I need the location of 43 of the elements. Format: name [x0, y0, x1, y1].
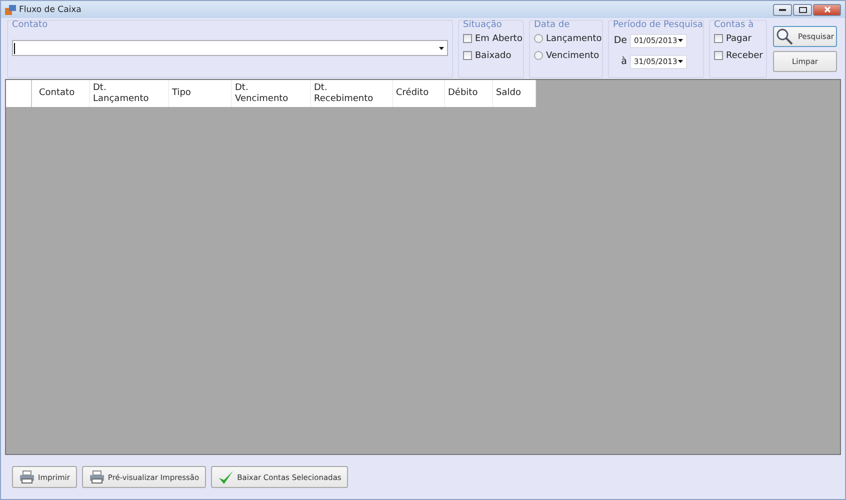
group-title: Contas à — [714, 20, 754, 30]
option-label: Em Aberto — [475, 34, 522, 44]
checkmark-icon — [218, 470, 234, 484]
column-header[interactable]: Contato — [32, 80, 90, 107]
printer-icon — [19, 470, 35, 484]
date-label: De — [613, 35, 627, 46]
radio-button[interactable] — [534, 51, 543, 60]
maximize-button[interactable] — [793, 4, 812, 16]
column-header[interactable]: Dt. Recebimento — [311, 80, 393, 107]
option-label: Baixado — [475, 50, 512, 60]
date-label: à — [620, 56, 627, 67]
close-button[interactable] — [813, 4, 841, 16]
column-header[interactable]: Tipo — [169, 80, 232, 107]
group-title: Contato — [12, 20, 48, 30]
contact-combo[interactable] — [12, 40, 448, 56]
minimize-button[interactable] — [773, 4, 792, 16]
printer-icon — [88, 470, 105, 484]
checkbox[interactable] — [463, 51, 472, 60]
dropdown-arrow-icon — [678, 60, 683, 63]
app-icon — [5, 4, 16, 14]
group-title: Período de Pesquisa — [613, 20, 703, 30]
column-header[interactable]: Dt. Lançamento — [90, 80, 169, 107]
close-icon — [824, 6, 830, 13]
dropdown-arrow-icon — [678, 39, 683, 42]
option-label: Vencimento — [546, 50, 600, 60]
magnifier-icon — [776, 28, 793, 45]
checkbox[interactable] — [714, 51, 723, 60]
checkbox[interactable] — [463, 34, 472, 43]
column-header[interactable]: Débito — [445, 80, 493, 107]
radio-button[interactable] — [534, 34, 543, 43]
column-header[interactable]: Dt. Vencimento — [232, 80, 311, 107]
window-title: Fluxo de Caixa — [19, 4, 82, 14]
column-header[interactable]: Saldo — [493, 80, 536, 107]
option-label: Pagar — [726, 34, 752, 44]
option-label: Receber — [726, 50, 763, 60]
column-header[interactable]: Crédito — [393, 80, 445, 107]
option-label: Lançamento — [546, 34, 602, 44]
checkbox[interactable] — [714, 34, 723, 43]
maximize-icon — [798, 6, 806, 12]
group-title: Situação — [463, 20, 502, 30]
dropdown-arrow-icon — [439, 46, 444, 50]
group-title: Data de — [534, 20, 570, 30]
minimize-icon — [779, 8, 786, 11]
